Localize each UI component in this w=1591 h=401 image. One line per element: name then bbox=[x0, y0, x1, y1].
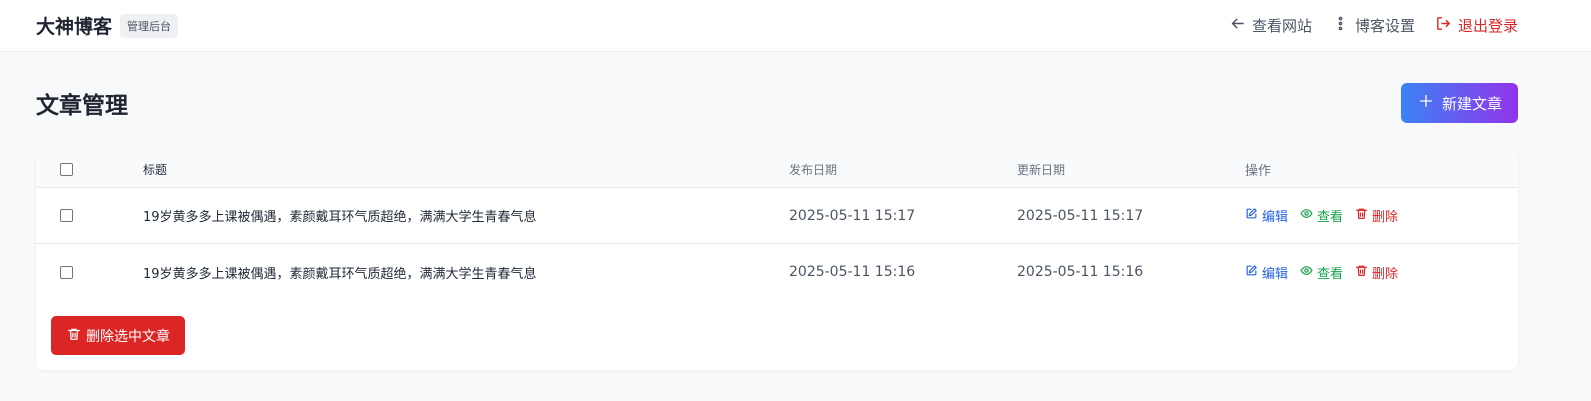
top-nav: 查看网站 博客设置 退出登录 bbox=[1229, 15, 1518, 36]
delete-selected-label: 删除选中文章 bbox=[86, 328, 170, 345]
blog-settings-label: 博客设置 bbox=[1354, 17, 1415, 35]
published-date: 2025-05-11 15:17 bbox=[789, 207, 916, 224]
table-header: 标题 发布日期 更新日期 操作 bbox=[36, 152, 1518, 188]
delete-button[interactable]: 删除 bbox=[1355, 206, 1398, 225]
main-content: 文章管理 新建文章 标题 发布日期 更新日期 操作 19岁黄多多上课被偶遇，素颜… bbox=[0, 52, 1591, 370]
view-site-label: 查看网站 bbox=[1251, 17, 1312, 35]
edit-label: 编辑 bbox=[1262, 266, 1289, 282]
view-label: 查看 bbox=[1317, 266, 1344, 282]
edit-label: 编辑 bbox=[1262, 210, 1289, 225]
delete-label: 删除 bbox=[1372, 266, 1399, 282]
column-header-updated: 更新日期 bbox=[1017, 163, 1066, 177]
trash-icon bbox=[67, 327, 81, 345]
column-header-actions: 操作 bbox=[1245, 164, 1272, 179]
arrow-left-icon bbox=[1229, 15, 1246, 36]
row-actions: 编辑 查看 删除 bbox=[1245, 263, 1398, 282]
plus-icon bbox=[1418, 93, 1434, 113]
updated-date: 2025-05-11 15:17 bbox=[1017, 207, 1144, 224]
view-site-link[interactable]: 查看网站 bbox=[1229, 15, 1312, 36]
brand-title[interactable]: 大神博客 bbox=[36, 12, 112, 39]
settings-dots-icon bbox=[1332, 15, 1349, 36]
edit-icon bbox=[1245, 207, 1258, 224]
updated-date: 2025-05-11 15:16 bbox=[1017, 264, 1144, 280]
row-actions: 编辑 查看 删除 bbox=[1245, 206, 1398, 225]
table-row: 19岁黄多多上课被偶遇，素颜戴耳环气质超绝，满满大学生青春气息 2025-05-… bbox=[36, 244, 1518, 300]
logout-link[interactable]: 退出登录 bbox=[1435, 15, 1518, 36]
column-header-title: 标题 bbox=[143, 163, 168, 177]
delete-label: 删除 bbox=[1372, 210, 1399, 225]
article-title: 19岁黄多多上课被偶遇，素颜戴耳环气质超绝，满满大学生青春气息 bbox=[143, 266, 537, 282]
row-checkbox[interactable] bbox=[60, 265, 73, 279]
select-all-checkbox[interactable] bbox=[60, 163, 73, 176]
view-button[interactable]: 查看 bbox=[1300, 263, 1343, 282]
eye-icon bbox=[1300, 207, 1313, 224]
edit-icon bbox=[1245, 264, 1258, 281]
page-header: 文章管理 新建文章 bbox=[36, 52, 1518, 152]
new-article-button[interactable]: 新建文章 bbox=[1400, 83, 1518, 123]
article-title: 19岁黄多多上课被偶遇，素颜戴耳环气质超绝，满满大学生青春气息 bbox=[143, 210, 537, 225]
eye-icon bbox=[1300, 264, 1313, 281]
column-header-published: 发布日期 bbox=[789, 163, 838, 177]
page-title: 文章管理 bbox=[36, 93, 128, 119]
edit-button[interactable]: 编辑 bbox=[1245, 206, 1288, 225]
brand: 大神博客 管理后台 bbox=[36, 12, 179, 39]
view-label: 查看 bbox=[1317, 210, 1344, 225]
view-button[interactable]: 查看 bbox=[1300, 206, 1343, 225]
new-article-label: 新建文章 bbox=[1441, 94, 1502, 113]
articles-table-card: 标题 发布日期 更新日期 操作 19岁黄多多上课被偶遇，素颜戴耳环气质超绝，满满… bbox=[36, 152, 1518, 370]
delete-selected-button[interactable]: 删除选中文章 bbox=[51, 316, 185, 355]
trash-icon bbox=[1355, 264, 1368, 281]
delete-button[interactable]: 删除 bbox=[1355, 263, 1398, 282]
trash-icon bbox=[1355, 207, 1368, 224]
logout-label: 退出登录 bbox=[1457, 17, 1518, 35]
row-checkbox[interactable] bbox=[60, 209, 73, 222]
blog-settings-link[interactable]: 博客设置 bbox=[1332, 15, 1415, 36]
table-row: 19岁黄多多上课被偶遇，素颜戴耳环气质超绝，满满大学生青春气息 2025-05-… bbox=[36, 188, 1518, 244]
top-bar: 大神博客 管理后台 查看网站 博客设置 退出登录 bbox=[0, 0, 1591, 52]
logout-icon bbox=[1435, 15, 1452, 36]
admin-badge: 管理后台 bbox=[120, 13, 179, 38]
edit-button[interactable]: 编辑 bbox=[1245, 263, 1288, 282]
published-date: 2025-05-11 15:16 bbox=[789, 264, 916, 280]
